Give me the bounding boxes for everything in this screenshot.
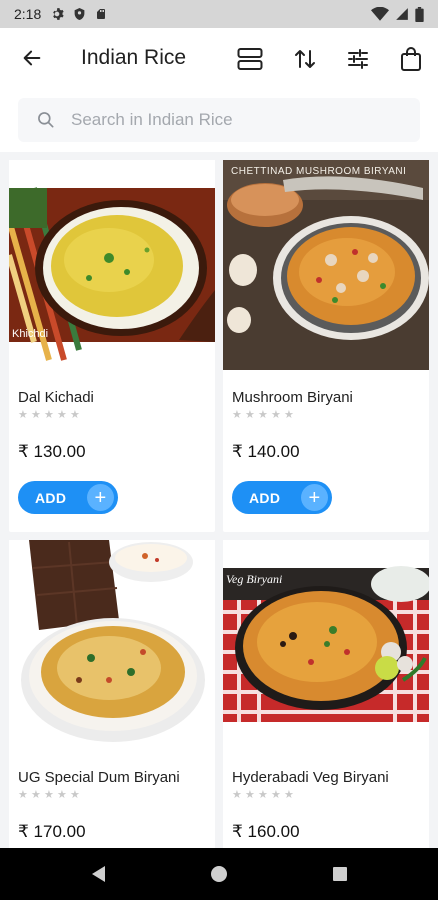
layout-toggle-button[interactable] xyxy=(235,44,265,74)
star-empty-icon: ★ xyxy=(70,409,80,421)
add-button-label: ADD xyxy=(35,489,67,506)
product-card[interactable]: Khichdi Dal Kichadi ★ ★ ★ ★ ★ ₹ 130.00 A… xyxy=(9,160,215,532)
wifi-icon xyxy=(371,7,389,21)
image-caption-mushroom: CHETTINAD MUSHROOM BIRYANI xyxy=(231,166,406,177)
back-button[interactable] xyxy=(18,44,46,72)
star-empty-icon: ★ xyxy=(18,789,28,801)
star-empty-icon: ★ xyxy=(31,409,41,421)
system-navigation-bar xyxy=(0,848,438,900)
triangle-back-icon xyxy=(92,866,105,882)
star-empty-icon: ★ xyxy=(57,789,67,801)
star-empty-icon: ★ xyxy=(271,789,281,801)
star-empty-icon: ★ xyxy=(232,789,242,801)
product-card[interactable]: UG Special Dum Biryani ★ ★ ★ ★ ★ ₹ 170.0… xyxy=(9,540,215,848)
product-image-ug-special-dum-biryani[interactable] xyxy=(9,540,215,750)
status-bar: 2:18 xyxy=(0,0,438,28)
product-image-mushroom-biryani[interactable]: CHETTINAD MUSHROOM BIRYANI xyxy=(223,160,429,370)
product-price: ₹ 170.00 xyxy=(18,822,86,841)
star-empty-icon: ★ xyxy=(284,789,294,801)
search-bar[interactable] xyxy=(18,98,420,142)
star-empty-icon: ★ xyxy=(258,409,268,421)
square-recents-icon xyxy=(333,867,347,881)
arrow-left-icon xyxy=(23,50,41,66)
star-empty-icon: ★ xyxy=(18,409,28,421)
page-title: Indian Rice xyxy=(81,46,187,69)
star-empty-icon: ★ xyxy=(245,789,255,801)
rating-stars: ★ ★ ★ ★ ★ xyxy=(18,410,81,421)
sort-icon xyxy=(295,50,315,68)
add-to-cart-button[interactable]: ADD + xyxy=(232,481,332,514)
plus-icon: + xyxy=(301,484,328,511)
signal-icon xyxy=(396,8,408,20)
star-empty-icon: ★ xyxy=(232,409,242,421)
product-card[interactable]: Veg Biryani Hyderabadi Veg Biryani ★ ★ ★… xyxy=(223,540,429,848)
rating-stars: ★ ★ ★ ★ ★ xyxy=(18,790,81,801)
product-name[interactable]: Dal Kichadi xyxy=(18,389,94,406)
star-empty-icon: ★ xyxy=(284,409,294,421)
search-input[interactable] xyxy=(71,98,401,142)
filter-button[interactable] xyxy=(343,44,373,74)
view-layout-icon xyxy=(237,48,263,70)
star-empty-icon: ★ xyxy=(31,789,41,801)
product-card[interactable]: CHETTINAD MUSHROOM BIRYANI Mushroom Biry… xyxy=(223,160,429,532)
plus-icon: + xyxy=(87,484,114,511)
app-bar: Indian Rice xyxy=(0,28,438,90)
battery-icon xyxy=(415,6,424,22)
product-name[interactable]: Mushroom Biryani xyxy=(232,389,353,406)
status-time: 2:18 xyxy=(14,6,42,22)
product-image-dal-kichadi[interactable]: Khichdi xyxy=(9,160,215,370)
product-name[interactable]: UG Special Dum Biryani xyxy=(18,769,180,786)
search-icon xyxy=(38,112,54,128)
sd-card-icon xyxy=(97,9,106,19)
star-empty-icon: ★ xyxy=(70,789,80,801)
sort-button[interactable] xyxy=(290,44,320,74)
star-empty-icon: ★ xyxy=(258,789,268,801)
settings-gear-icon xyxy=(53,8,64,20)
product-grid: Khichdi Dal Kichadi ★ ★ ★ ★ ★ ₹ 130.00 A… xyxy=(0,152,438,848)
product-name[interactable]: Hyderabadi Veg Biryani xyxy=(232,769,389,786)
nav-recents-button[interactable] xyxy=(330,864,350,884)
rating-stars: ★ ★ ★ ★ ★ xyxy=(232,410,295,421)
star-empty-icon: ★ xyxy=(271,409,281,421)
circle-home-icon xyxy=(211,866,227,882)
add-button-label: ADD xyxy=(249,489,281,506)
cart-button[interactable] xyxy=(396,44,426,74)
star-empty-icon: ★ xyxy=(245,409,255,421)
shopping-bag-icon xyxy=(401,47,421,71)
image-caption-veg-biryani: Veg Biryani xyxy=(226,572,282,586)
add-to-cart-button[interactable]: ADD + xyxy=(18,481,118,514)
product-price: ₹ 130.00 xyxy=(18,442,86,461)
shield-icon xyxy=(74,8,85,20)
star-empty-icon: ★ xyxy=(44,789,54,801)
rating-stars: ★ ★ ★ ★ ★ xyxy=(232,790,295,801)
product-image-hyderabadi-veg-biryani[interactable]: Veg Biryani xyxy=(223,540,429,750)
product-price: ₹ 160.00 xyxy=(232,822,300,841)
nav-back-button[interactable] xyxy=(88,864,108,884)
image-caption-khichdi: Khichdi xyxy=(12,328,48,340)
star-empty-icon: ★ xyxy=(44,409,54,421)
product-price: ₹ 140.00 xyxy=(232,442,300,461)
nav-home-button[interactable] xyxy=(209,864,229,884)
filter-icon xyxy=(348,49,368,69)
star-empty-icon: ★ xyxy=(57,409,67,421)
